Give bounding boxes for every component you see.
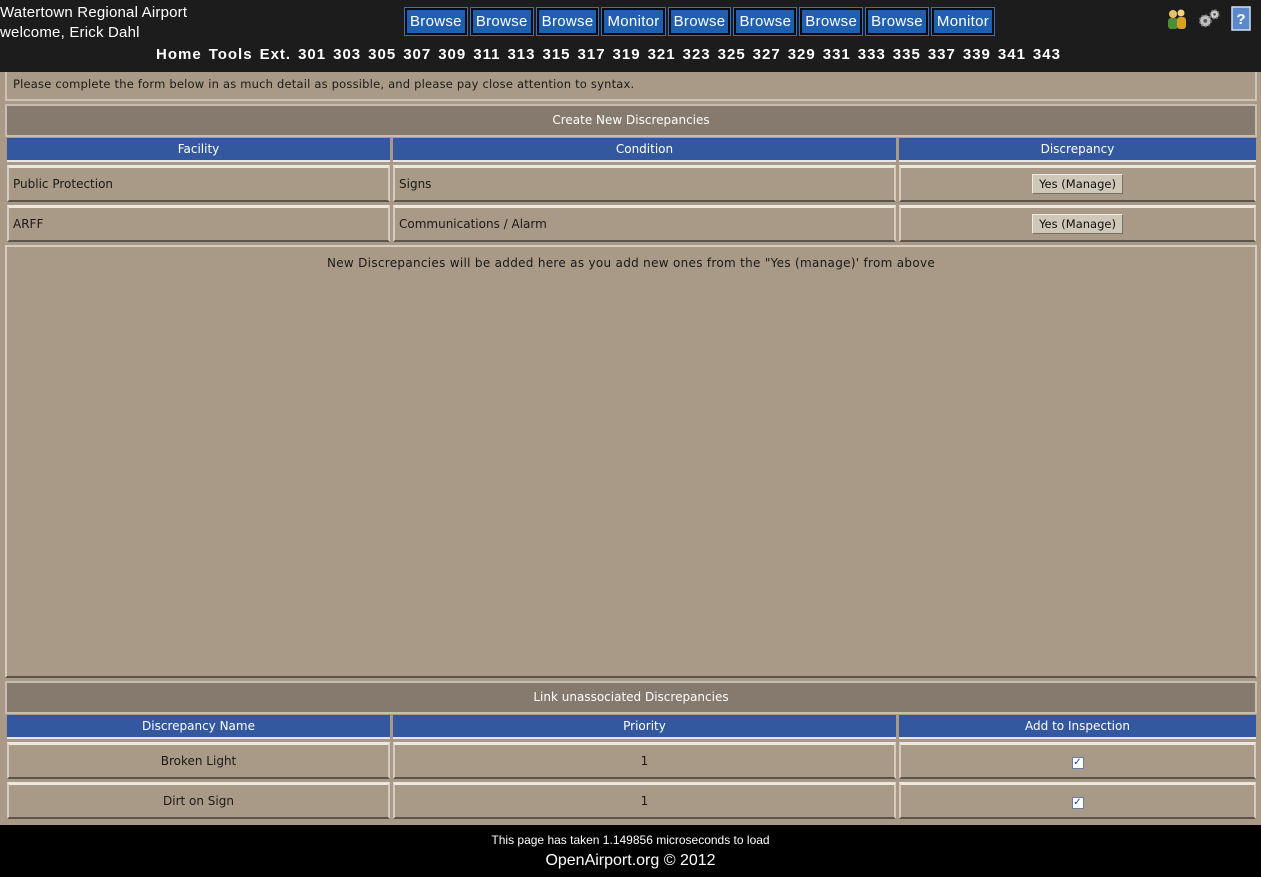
- discrepancy-cell: Yes (Manage): [899, 165, 1256, 202]
- table-header-row: Discrepancy Name Priority Add to Inspect…: [7, 715, 1256, 739]
- column-discrepancy-name: Discrepancy Name: [7, 715, 390, 739]
- nav-303[interactable]: 303: [333, 46, 361, 63]
- page-load-time: This page has taken 1.149856 microsecond…: [491, 833, 770, 847]
- link-discrepancies-table: Discrepancy Name Priority Add to Inspect…: [4, 712, 1259, 822]
- create-discrepancies-table: Facility Condition Discrepancy Public Pr…: [4, 135, 1259, 245]
- nav-tools[interactable]: Tools: [209, 46, 253, 63]
- nav-321[interactable]: 321: [648, 46, 676, 63]
- nav-325[interactable]: 325: [718, 46, 746, 63]
- nav-309[interactable]: 309: [438, 46, 466, 63]
- nav-333[interactable]: 333: [858, 46, 886, 63]
- discrepancy-cell: Yes (Manage): [899, 205, 1256, 242]
- table-row: Broken Light 1 ✓: [7, 742, 1256, 779]
- nav-329[interactable]: 329: [788, 46, 816, 63]
- nav-311[interactable]: 311: [473, 46, 500, 63]
- nav-307[interactable]: 307: [403, 46, 431, 63]
- yes-manage-button[interactable]: Yes (Manage): [1032, 214, 1123, 234]
- facility-cell: ARFF: [7, 205, 390, 242]
- browse-button-7[interactable]: Browse: [865, 7, 929, 36]
- condition-cell: Signs: [393, 165, 896, 202]
- nav-331[interactable]: 331: [823, 46, 851, 63]
- nav-339[interactable]: 339: [963, 46, 991, 63]
- module-button-bar: Browse Browse Browse Monitor Browse Brow…: [404, 7, 996, 36]
- nav-327[interactable]: 327: [753, 46, 781, 63]
- column-condition: Condition: [393, 138, 896, 162]
- browse-button-5[interactable]: Browse: [733, 7, 798, 36]
- nav-home[interactable]: Home: [156, 46, 202, 63]
- nav-335[interactable]: 335: [893, 46, 921, 63]
- browse-button-3[interactable]: Browse: [535, 7, 600, 36]
- create-discrepancies-title: Create New Discrepancies: [5, 104, 1257, 137]
- add-to-inspection-checkbox[interactable]: ✓: [1071, 756, 1084, 769]
- nav-301[interactable]: 301: [298, 46, 326, 63]
- nav-319[interactable]: 319: [613, 46, 641, 63]
- column-discrepancy: Discrepancy: [899, 138, 1256, 162]
- nav-343[interactable]: 343: [1033, 46, 1061, 63]
- discrepancy-name-cell: Broken Light: [7, 742, 390, 779]
- facility-cell: Public Protection: [7, 165, 390, 202]
- priority-cell: 1: [393, 782, 896, 819]
- header-icons: ?: [1165, 6, 1253, 32]
- priority-cell: 1: [393, 742, 896, 779]
- new-discrepancies-placeholder: New Discrepancies will be added here as …: [326, 256, 936, 270]
- condition-cell: Communications / Alarm: [393, 205, 896, 242]
- column-priority: Priority: [393, 715, 896, 739]
- table-header-row: Facility Condition Discrepancy: [7, 138, 1256, 162]
- footer: This page has taken 1.149856 microsecond…: [0, 825, 1261, 877]
- nav-341[interactable]: 341: [998, 46, 1026, 63]
- nav-337[interactable]: 337: [928, 46, 956, 63]
- nav-315[interactable]: 315: [542, 46, 570, 63]
- site-name: Watertown Regional Airport: [0, 4, 188, 21]
- footer-brand[interactable]: OpenAirport.org © 2012: [0, 852, 1261, 870]
- table-row: Dirt on Sign 1 ✓: [7, 782, 1256, 819]
- add-to-inspection-cell: ✓: [899, 742, 1256, 779]
- table-row: ARFF Communications / Alarm Yes (Manage): [7, 205, 1256, 242]
- column-add-to-inspection: Add to Inspection: [899, 715, 1256, 739]
- browse-button-4[interactable]: Browse: [667, 7, 732, 36]
- browse-button-6[interactable]: Browse: [799, 7, 864, 36]
- header-bar: Watertown Regional Airport welcome, Eric…: [0, 0, 1261, 72]
- main-content: Please complete the form below in as muc…: [5, 72, 1257, 822]
- add-to-inspection-checkbox[interactable]: ✓: [1071, 796, 1084, 809]
- monitor-button-2[interactable]: Monitor: [930, 7, 996, 36]
- welcome-text: welcome, Erick Dahl: [0, 24, 140, 41]
- nav-313[interactable]: 313: [507, 46, 535, 63]
- svg-text:?: ?: [1236, 11, 1245, 28]
- nav-317[interactable]: 317: [578, 46, 606, 63]
- users-icon[interactable]: [1165, 6, 1189, 32]
- new-discrepancies-area: New Discrepancies will be added here as …: [5, 245, 1257, 678]
- form-instructions: Please complete the form below in as muc…: [5, 72, 1257, 101]
- add-to-inspection-cell: ✓: [899, 782, 1256, 819]
- column-facility: Facility: [7, 138, 390, 162]
- monitor-button-1[interactable]: Monitor: [601, 7, 666, 36]
- table-row: Public Protection Signs Yes (Manage): [7, 165, 1256, 202]
- discrepancy-name-cell: Dirt on Sign: [7, 782, 390, 819]
- main-nav: Home Tools Ext. 301 303 305 307 309 311 …: [156, 46, 1068, 63]
- nav-ext[interactable]: Ext.: [260, 46, 292, 63]
- browse-button-1[interactable]: Browse: [404, 7, 468, 36]
- site-info: Watertown Regional Airport welcome, Eric…: [0, 3, 187, 43]
- nav-323[interactable]: 323: [683, 46, 711, 63]
- nav-305[interactable]: 305: [368, 46, 396, 63]
- link-discrepancies-title: Link unassociated Discrepancies: [5, 681, 1257, 714]
- yes-manage-button[interactable]: Yes (Manage): [1032, 174, 1123, 194]
- browse-button-2[interactable]: Browse: [469, 7, 534, 36]
- settings-gears-icon[interactable]: [1197, 6, 1221, 32]
- help-icon[interactable]: ?: [1229, 6, 1253, 32]
